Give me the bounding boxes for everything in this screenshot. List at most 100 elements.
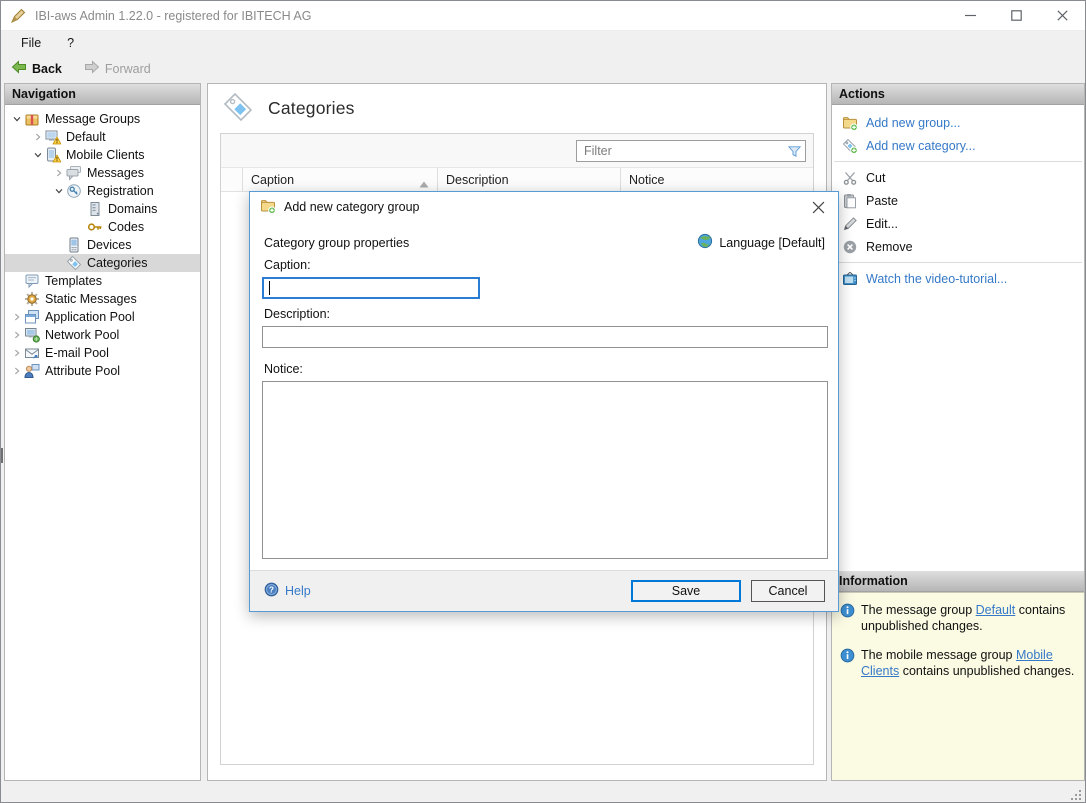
action-edit[interactable]: Edit... [832,212,1084,235]
filter-input[interactable] [577,144,787,158]
notice-label: Notice: [264,362,303,376]
application-pool-icon [24,309,40,325]
menubar: File ? [1,31,1085,55]
help-link[interactable]: ? Help [264,582,631,600]
page-title: Categories [268,98,355,119]
save-button[interactable]: Save [631,580,741,602]
edge-mark [1,448,3,463]
network-pool-icon [24,327,40,343]
column-header-description[interactable]: Description [438,168,621,191]
description-input[interactable] [262,326,828,348]
action-cut[interactable]: Cut [832,166,1084,189]
app-icon [10,8,26,24]
chevron-right-icon[interactable] [10,328,24,342]
navigation-header: Navigation [5,84,200,105]
minimize-button[interactable] [947,1,993,30]
language-selector[interactable]: Language [Default] [697,233,825,252]
nav-item-network-pool[interactable]: Network Pool [5,326,200,344]
info-icon [840,603,855,618]
close-button[interactable] [1039,1,1085,30]
chevron-right-icon[interactable] [52,166,66,180]
nav-item-attribute-pool[interactable]: Attribute Pool [5,362,200,380]
right-panel: Actions Add new group... Add new categor… [831,83,1085,781]
maximize-button[interactable] [993,1,1039,30]
actions-separator [834,262,1082,263]
attribute-pool-icon [24,363,40,379]
nav-item-templates[interactable]: Templates [5,272,200,290]
chevron-right-icon[interactable] [31,130,45,144]
static-messages-icon [24,291,40,307]
information-header: Information [832,571,1084,592]
link-default-group[interactable]: Default [976,603,1016,617]
codes-icon [87,219,103,235]
nav-item-registration[interactable]: Registration [5,182,200,200]
add-category-group-dialog: Add new category group Category group pr… [249,191,839,612]
action-add-new-category[interactable]: Add new category... [832,134,1084,157]
actions-list: Add new group... Add new category... Cut… [832,105,1084,571]
chevron-down-icon[interactable] [31,148,45,162]
chevron-right-icon[interactable] [10,310,24,324]
globe-icon [697,233,713,252]
clipboard-icon [842,193,858,209]
toolbar: Back Forward [1,55,1085,82]
nav-item-devices[interactable]: Devices [5,236,200,254]
categories-icon [66,255,82,271]
chevron-down-icon[interactable] [10,112,24,126]
dialog-titlebar: Add new category group [250,192,838,222]
caption-label: Caption: [264,258,311,272]
forward-arrow-icon [84,59,100,78]
cancel-button[interactable]: Cancel [751,580,825,602]
registration-icon [66,183,82,199]
chevron-right-icon[interactable] [10,364,24,378]
caption-field [262,277,480,299]
caption-input[interactable] [264,279,478,297]
tag-plus-icon [842,138,858,154]
action-watch-video-tutorial[interactable]: Watch the video-tutorial... [832,267,1084,290]
page-title-row: Categories [208,84,826,133]
default-group-icon [45,129,61,145]
message-groups-icon [24,111,40,127]
dialog-title: Add new category group [284,200,802,214]
chevron-down-icon[interactable] [52,184,66,198]
nav-item-messages[interactable]: Messages [5,164,200,182]
chevron-right-icon[interactable] [10,346,24,360]
nav-item-codes[interactable]: Codes [5,218,200,236]
app-window: IBI-aws Admin 1.22.0 - registered for IB… [0,0,1086,803]
menu-file[interactable]: File [11,33,51,53]
actions-separator [834,161,1082,162]
column-header-caption[interactable]: Caption [243,168,438,191]
nav-item-message-groups[interactable]: Message Groups [5,110,200,128]
nav-item-mobile-clients[interactable]: Mobile Clients [5,146,200,164]
action-paste[interactable]: Paste [832,189,1084,212]
nav-item-domains[interactable]: Domains [5,200,200,218]
action-remove[interactable]: Remove [832,235,1084,258]
folder-plus-icon [842,115,858,131]
information-content: The message group Default contains unpub… [832,592,1084,780]
nav-item-default[interactable]: Default [5,128,200,146]
nav-item-static-messages[interactable]: Static Messages [5,290,200,308]
categories-tag-icon [222,91,254,126]
window-title: IBI-aws Admin 1.22.0 - registered for IB… [35,9,947,23]
svg-text:?: ? [269,585,274,595]
nav-item-categories[interactable]: Categories [5,254,200,272]
e-mail-pool-icon [24,345,40,361]
titlebar: IBI-aws Admin 1.22.0 - registered for IB… [1,1,1085,31]
forward-button[interactable]: Forward [82,57,157,80]
back-button[interactable]: Back [9,57,68,80]
menu-help[interactable]: ? [57,33,84,53]
dialog-close-icon[interactable] [810,199,826,215]
dialog-footer: ? Help Save Cancel [250,570,838,611]
description-label: Description: [264,307,330,321]
column-header-notice[interactable]: Notice [621,168,813,191]
pencil-icon [842,216,858,232]
nav-item-email-pool[interactable]: E-mail Pool [5,344,200,362]
resize-grip[interactable] [1069,788,1081,800]
text-cursor [269,281,270,295]
action-add-new-group[interactable]: Add new group... [832,111,1084,134]
filter-funnel-icon[interactable] [787,144,805,159]
status-bar [2,783,1084,803]
nav-item-application-pool[interactable]: Application Pool [5,308,200,326]
notice-textarea[interactable] [262,381,828,559]
info-icon [840,648,855,663]
mobile-clients-icon [45,147,61,163]
